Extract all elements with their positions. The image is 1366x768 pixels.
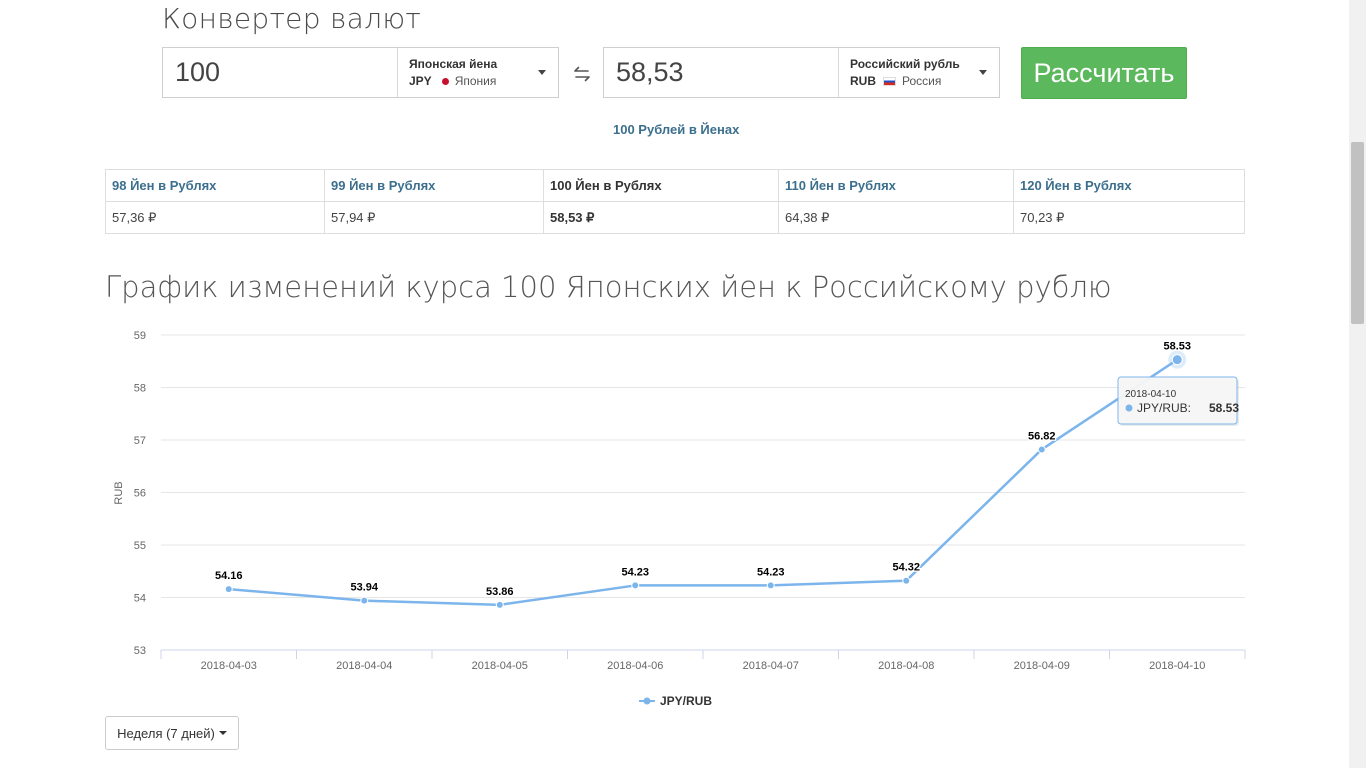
y-axis-title: RUB — [113, 481, 125, 504]
data-label: 54.16 — [215, 570, 243, 582]
data-label: 56.82 — [1028, 430, 1056, 442]
data-point — [1037, 445, 1046, 454]
data-label: 58.53 — [1163, 341, 1191, 353]
x-tick-label: 2018-04-03 — [201, 660, 257, 672]
exchange-rate-chart: 53 54 55 56 57 58 59 RUB 2018-04-03 2018-04-04 201… — [113, 330, 1246, 708]
legend-marker — [643, 697, 651, 705]
x-tick-label: 2018-04-06 — [607, 660, 663, 672]
x-tick-label: 2018-04-09 — [1014, 660, 1070, 672]
tooltip-series: JPY/RUB: — [1137, 401, 1191, 415]
period-dropdown[interactable]: Неделя (7 дней) — [105, 716, 239, 750]
data-point — [1171, 354, 1183, 366]
y-tick-label: 56 — [134, 488, 146, 500]
period-dropdown-label: Неделя (7 дней) — [117, 725, 215, 741]
y-tick-label: 54 — [134, 593, 146, 605]
x-tick-label: 2018-04-10 — [1149, 660, 1205, 672]
tooltip-marker — [1125, 404, 1133, 412]
y-tick-label: 53 — [134, 645, 146, 657]
scrollbar-thumb[interactable] — [1351, 142, 1364, 324]
data-label: 54.23 — [757, 566, 785, 578]
data-point — [495, 600, 504, 609]
tooltip-date: 2018-04-10 — [1125, 389, 1177, 400]
y-tick-label: 55 — [134, 540, 146, 552]
y-tick-label: 58 — [134, 383, 146, 395]
data-point — [902, 576, 911, 585]
y-tick-label: 57 — [134, 435, 146, 447]
data-label: 53.94 — [350, 582, 378, 594]
y-tick-label: 59 — [134, 330, 146, 342]
data-label: 53.86 — [486, 586, 514, 598]
tooltip-value: 58.53 — [1209, 401, 1239, 415]
data-point — [766, 581, 775, 590]
x-tick-label: 2018-04-05 — [472, 660, 528, 672]
data-point — [360, 596, 369, 605]
data-label: 54.32 — [892, 562, 920, 574]
series-line — [227, 358, 1179, 607]
data-point — [631, 581, 640, 590]
x-tick-label: 2018-04-04 — [336, 660, 392, 672]
data-point — [224, 585, 233, 594]
legend-label: JPY/RUB — [660, 694, 712, 708]
scrollbar[interactable] — [1349, 0, 1366, 768]
x-tick-label: 2018-04-08 — [878, 660, 934, 672]
x-tick-label: 2018-04-07 — [743, 660, 799, 672]
caret-down-icon — [218, 731, 227, 735]
data-label: 54.23 — [621, 566, 649, 578]
